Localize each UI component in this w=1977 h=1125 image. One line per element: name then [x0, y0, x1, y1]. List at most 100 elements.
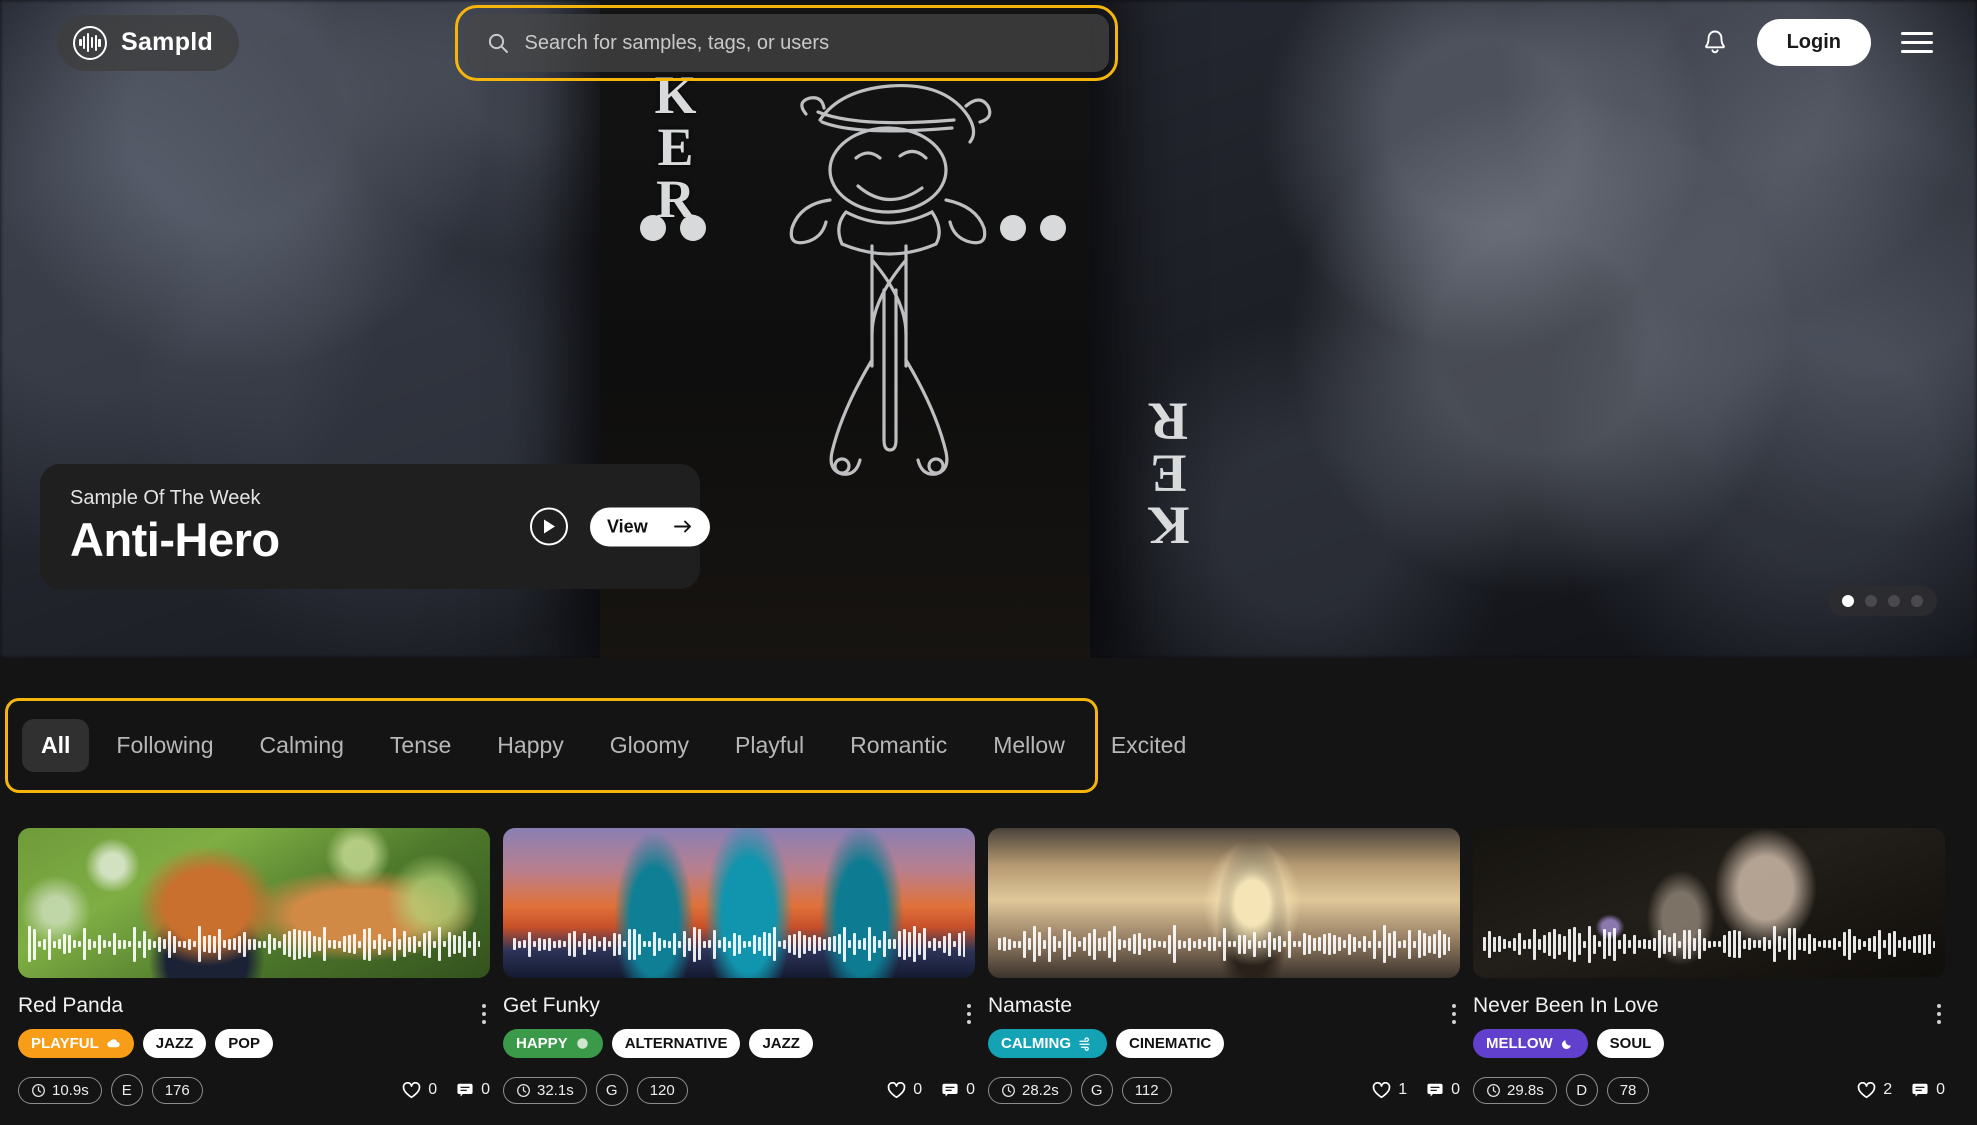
tab-gloomy[interactable]: Gloomy	[591, 719, 708, 772]
hamburger-menu-icon[interactable]	[1901, 32, 1933, 53]
sample-card[interactable]: Never Been In Love MELLOW SOUL 29.8s D 7…	[1473, 828, 1945, 1106]
kebab-menu-icon[interactable]	[1933, 1000, 1945, 1028]
mood-badge[interactable]: HAPPY	[503, 1029, 603, 1058]
moon-icon	[1560, 1036, 1575, 1051]
mood-badge-label: PLAYFUL	[31, 1035, 99, 1052]
search-input[interactable]: Search for samples, tags, or users	[464, 14, 1109, 72]
waveform[interactable]	[513, 924, 965, 964]
bell-icon[interactable]	[1703, 29, 1727, 56]
sample-thumbnail[interactable]	[988, 828, 1460, 978]
mood-badge[interactable]: PLAYFUL	[18, 1029, 134, 1058]
kebab-menu-icon[interactable]	[963, 1000, 975, 1028]
heart-icon[interactable]	[1857, 1081, 1876, 1099]
like-group[interactable]: 1	[1372, 1081, 1407, 1099]
hero-banner: KER KER Sample Of The Week Anti-Hero Vie…	[0, 0, 1977, 658]
duration-chip: 28.2s	[988, 1076, 1072, 1104]
comment-count: 0	[966, 1081, 975, 1098]
meta-row: 32.1s G 120 0 0	[503, 1074, 975, 1106]
kebab-menu-icon[interactable]	[1448, 1000, 1460, 1028]
hero-carousel-dots[interactable]	[1828, 586, 1937, 616]
sample-card[interactable]: Red Panda PLAYFUL JAZZ POP 10.9s E 176 0…	[18, 828, 490, 1106]
tab-playful[interactable]: Playful	[716, 719, 823, 772]
key-value: D	[1576, 1081, 1588, 1099]
sample-title: Get Funky	[503, 994, 600, 1017]
clock-icon	[1001, 1083, 1016, 1098]
like-count: 0	[913, 1081, 923, 1098]
heart-icon[interactable]	[887, 1081, 906, 1099]
comment-group[interactable]: 0	[941, 1081, 975, 1099]
comment-icon[interactable]	[456, 1082, 474, 1098]
genre-tag[interactable]: SOUL	[1596, 1029, 1665, 1058]
sample-title: Namaste	[988, 994, 1073, 1017]
heart-icon[interactable]	[1372, 1081, 1391, 1099]
carousel-dot-4[interactable]	[1911, 595, 1923, 607]
like-group[interactable]: 2	[1857, 1081, 1892, 1099]
brand-logo[interactable]: Sampld	[57, 14, 240, 71]
sotw-title: Anti-Hero	[70, 512, 280, 566]
sample-card-grid: Red Panda PLAYFUL JAZZ POP 10.9s E 176 0…	[18, 828, 1959, 1106]
play-circle-icon[interactable]	[530, 507, 568, 546]
tag-row: MELLOW SOUL	[1473, 1029, 1665, 1058]
tab-all[interactable]: All	[22, 719, 90, 772]
comment-icon[interactable]	[1426, 1082, 1444, 1098]
genre-tag[interactable]: JAZZ	[142, 1029, 207, 1058]
sample-of-the-week-card[interactable]: Sample Of The Week Anti-Hero View	[40, 464, 710, 589]
key-chip: G	[595, 1074, 628, 1106]
like-group[interactable]: 0	[402, 1081, 437, 1099]
tab-calming[interactable]: Calming	[241, 719, 363, 772]
joker-illustration	[789, 83, 992, 476]
waveform[interactable]	[998, 924, 1450, 964]
tab-excited[interactable]: Excited	[1092, 719, 1205, 772]
carousel-dot-1[interactable]	[1842, 595, 1854, 607]
mood-badge[interactable]: CALMING	[988, 1029, 1107, 1058]
tab-mellow[interactable]: Mellow	[974, 719, 1084, 772]
login-button[interactable]: Login	[1756, 19, 1871, 66]
comment-icon[interactable]	[941, 1082, 959, 1098]
waveform[interactable]	[1483, 924, 1935, 964]
joker-text-bottom: KER	[1146, 391, 1190, 556]
carousel-dot-2[interactable]	[1865, 595, 1877, 607]
heart-icon[interactable]	[402, 1081, 421, 1099]
smile-icon	[575, 1036, 590, 1051]
waveform[interactable]	[28, 924, 480, 964]
genre-tag[interactable]: CINEMATIC	[1116, 1029, 1225, 1058]
comment-group[interactable]: 0	[1911, 1081, 1945, 1099]
like-group[interactable]: 0	[887, 1081, 922, 1099]
tab-happy[interactable]: Happy	[478, 719, 582, 772]
carousel-dot-3[interactable]	[1888, 595, 1900, 607]
tag-row: PLAYFUL JAZZ POP	[18, 1029, 273, 1058]
view-button[interactable]: View	[590, 507, 710, 546]
sample-thumbnail[interactable]	[503, 828, 975, 978]
duration-value: 10.9s	[52, 1081, 89, 1099]
clock-icon	[516, 1083, 531, 1098]
sample-card[interactable]: Get Funky HAPPY ALTERNATIVE JAZZ 32.1s G…	[503, 828, 975, 1106]
comment-count: 0	[1451, 1081, 1460, 1098]
bpm-chip: 112	[1121, 1076, 1172, 1104]
genre-tag[interactable]: ALTERNATIVE	[611, 1029, 741, 1058]
bpm-value: 78	[1619, 1081, 1637, 1099]
card-pip-dots-right	[1000, 215, 1120, 241]
tab-following[interactable]: Following	[97, 719, 232, 772]
duration-value: 29.8s	[1507, 1081, 1544, 1099]
meta-row: 28.2s G 112 1 0	[988, 1074, 1460, 1106]
comment-group[interactable]: 0	[456, 1081, 490, 1099]
tag-row: CALMING CINEMATIC	[988, 1029, 1225, 1058]
comment-icon[interactable]	[1911, 1082, 1929, 1098]
kebab-menu-icon[interactable]	[478, 1000, 490, 1028]
sample-thumbnail[interactable]	[18, 828, 490, 978]
comment-group[interactable]: 0	[1426, 1081, 1460, 1099]
tab-tense[interactable]: Tense	[371, 719, 470, 772]
mood-badge-label: MELLOW	[1486, 1035, 1553, 1052]
sample-thumbnail[interactable]	[1473, 828, 1945, 978]
mood-badge[interactable]: MELLOW	[1473, 1029, 1588, 1058]
bpm-chip: 176	[151, 1076, 203, 1104]
search-icon	[488, 33, 508, 53]
sample-card[interactable]: Namaste CALMING CINEMATIC 28.2s G 112 1 …	[988, 828, 1460, 1106]
search-focus-ring: Search for samples, tags, or users	[455, 5, 1118, 81]
bpm-value: 112	[1134, 1081, 1159, 1099]
genre-tag[interactable]: POP	[215, 1029, 273, 1058]
genre-tag[interactable]: JAZZ	[749, 1029, 813, 1058]
like-count: 1	[1398, 1081, 1408, 1098]
tab-romantic[interactable]: Romantic	[831, 719, 966, 772]
comment-count: 0	[1936, 1081, 1945, 1098]
